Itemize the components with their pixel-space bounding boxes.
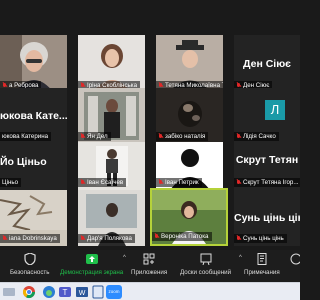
participant-name: юкова Катерина (2, 133, 49, 140)
whiteboards-label: Доски сообщений (180, 269, 232, 276)
video-tile[interactable]: Ян Дел (78, 88, 145, 144)
share-screen-options-caret[interactable]: ^ (123, 255, 126, 261)
muted-mic-icon (236, 179, 241, 186)
chrome-icon[interactable] (22, 285, 36, 299)
video-tile[interactable]: Іван Петрик (156, 142, 223, 190)
participant-name-tag: юкова Катерина (0, 132, 52, 141)
participant-name-tag: Сунь цінь цінь (234, 234, 287, 243)
muted-mic-icon (158, 133, 163, 140)
muted-mic-icon (236, 133, 241, 140)
security-label: Безопасность (10, 269, 50, 276)
apps-label: Приложения (131, 269, 168, 276)
participant-name: Іван Петрик (165, 179, 199, 186)
notes-button[interactable]: Примечания (244, 253, 280, 276)
muted-mic-icon (2, 235, 7, 242)
windows-taskbar: T W zoom (0, 282, 300, 300)
participant-display-name: юкова Кате... (0, 110, 67, 123)
video-tile-off[interactable]: Скрут Тетян Скрут Тетяна Ігор... (234, 142, 300, 190)
video-tile[interactable]: Дар'я Полякова (78, 190, 145, 246)
apps-button[interactable]: Приложения (131, 253, 167, 276)
participant-name-tag: Скрут Тетяна Ігор... (234, 178, 300, 187)
muted-mic-icon (154, 233, 159, 240)
more-button[interactable] (290, 253, 300, 269)
participant-name-tag: Ціньо (0, 178, 22, 187)
participant-name-tag: забіко наталія (156, 132, 209, 141)
video-tile-off[interactable]: Йо Ціньо Ціньо (0, 142, 67, 190)
participant-name-tag: Іван Єсаїчев (78, 178, 127, 187)
participant-name: Сунь цінь цінь (243, 235, 284, 242)
muted-mic-icon (80, 179, 85, 186)
muted-mic-icon (158, 179, 163, 186)
notes-label: Примечания (244, 269, 280, 276)
participant-name: Скрут Тетяна Ігор... (243, 179, 299, 186)
apps-icon (143, 253, 155, 265)
meeting-toolbar: Безопасность Демонстрация экрана ^ Прило… (0, 250, 300, 282)
zoom-icon[interactable]: zoom (106, 285, 122, 299)
whiteboards-options-caret[interactable]: ^ (239, 255, 242, 261)
word-doc-icon[interactable] (91, 285, 105, 299)
share-screen-icon (85, 254, 98, 264)
participant-name-tag: Ян Дел (78, 132, 111, 141)
participant-name: Ціньо (2, 179, 19, 186)
participant-name: Вероніка Патока (161, 233, 209, 240)
video-tile[interactable]: Тетяна Миколаївна Тр... (156, 35, 223, 93)
participant-name: Дар'я Полякова (87, 235, 132, 242)
edge-icon[interactable] (42, 285, 56, 299)
video-tile[interactable]: забіко наталія (156, 88, 223, 144)
video-tile-off[interactable]: Сунь цінь цін Сунь цінь цінь (234, 190, 300, 246)
video-tile-off[interactable]: Л Лідія Сачко (234, 88, 300, 144)
participant-name: Іван Єсаїчев (87, 179, 124, 186)
svg-text:W: W (79, 290, 86, 297)
participant-name: Лідія Сачко (243, 133, 276, 140)
participant-display-name: Ден Сіює (243, 58, 291, 71)
word-icon[interactable]: W (75, 285, 89, 299)
participant-name-tag: Вероніка Патока (152, 232, 212, 241)
video-tile-active-speaker[interactable]: Вероніка Патока (150, 188, 228, 246)
video-tile[interactable]: iana Dobrinskaya (0, 190, 67, 246)
participant-name: Ян Дел (87, 133, 108, 140)
whiteboard-icon (200, 253, 212, 265)
muted-mic-icon (236, 235, 241, 242)
participant-name-tag: Іван Петрик (156, 178, 202, 187)
video-tile-off[interactable]: Ден Сіює Ден Сіює (234, 35, 300, 93)
participant-display-name: Скрут Тетян (235, 154, 299, 166)
shield-icon (24, 253, 36, 265)
share-screen-button[interactable]: Демонстрация экрана (60, 253, 123, 276)
notes-icon (257, 253, 267, 265)
security-button[interactable]: Безопасность (10, 253, 49, 276)
participant-display-name: Йо Ціньо (0, 156, 47, 168)
participant-name: забіко наталія (165, 133, 206, 140)
participant-name: iana Dobrinskaya (9, 235, 57, 242)
participant-name-tag: Лідія Сачко (234, 132, 279, 141)
video-tile[interactable]: Іван Єсаїчев (78, 142, 145, 190)
participant-display-name: Сунь цінь цін (234, 212, 300, 224)
svg-text:T: T (63, 288, 68, 297)
whiteboards-button[interactable]: Доски сообщений (180, 253, 231, 276)
more-icon (290, 253, 300, 265)
video-tile[interactable]: а Реброва (0, 35, 67, 93)
muted-mic-icon (80, 133, 85, 140)
zoom-meeting-window: а Реброва Іріна Скоблінська Тетяна Микол… (0, 0, 300, 300)
teams-icon[interactable]: T (58, 285, 72, 299)
window-corner-icon[interactable] (2, 285, 16, 299)
avatar: Л (265, 100, 285, 120)
muted-mic-icon (80, 235, 85, 242)
video-tile-off[interactable]: юкова Кате... юкова Катерина (0, 88, 67, 144)
participant-name-tag: Дар'я Полякова (78, 234, 135, 243)
video-tile[interactable]: Іріна Скоблінська (78, 35, 145, 93)
participant-name-tag: iana Dobrinskaya (0, 234, 60, 243)
share-screen-label: Демонстрация экрана (60, 269, 124, 276)
